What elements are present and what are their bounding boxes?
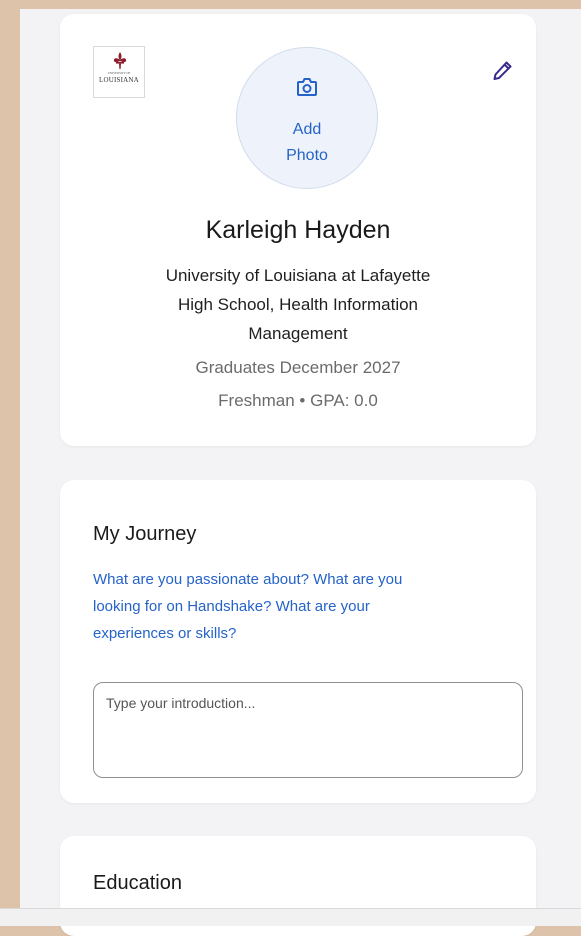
app-screen: UNIVERSITY OF LOUISIANA Add Photo Karlei…	[20, 9, 581, 936]
education-title: Education	[93, 872, 182, 894]
journey-prompt-line1: What are you passionate about? What are …	[93, 571, 403, 588]
graduation-date: Graduates December 2027	[195, 358, 401, 377]
profile-name: Karleigh Hayden	[205, 216, 391, 244]
add-photo-label-line2: Photo	[286, 147, 328, 164]
introduction-input[interactable]	[93, 682, 523, 778]
school-logo: UNIVERSITY OF LOUISIANA	[93, 46, 145, 98]
major-line1: High School, Health Information	[177, 295, 419, 314]
add-photo-button[interactable]: Add Photo	[236, 47, 378, 189]
top-frame-strip	[0, 0, 581, 9]
bottom-bar	[0, 908, 581, 926]
logo-text: LOUISIANA	[99, 76, 139, 84]
camera-icon	[297, 78, 317, 96]
school-name: University of Louisiana at Lafayette	[165, 266, 431, 285]
major-line2: Management	[248, 324, 348, 343]
add-photo-label-line1: Add	[292, 121, 322, 138]
logo-small-text: UNIVERSITY OF	[107, 71, 131, 75]
my-journey-title: My Journey	[93, 523, 197, 545]
year-gpa: Freshman • GPA: 0.0	[218, 391, 378, 410]
journey-prompt-line3: experiences or skills?	[93, 625, 237, 642]
pencil-icon[interactable]	[490, 59, 514, 83]
my-journey-card: My Journey What are you passionate about…	[60, 480, 536, 803]
journey-prompt-line2: looking for on Handshake? What are your	[93, 598, 370, 615]
profile-card: UNIVERSITY OF LOUISIANA Add Photo Karlei…	[60, 14, 536, 446]
fleur-de-lis-icon	[113, 52, 127, 69]
